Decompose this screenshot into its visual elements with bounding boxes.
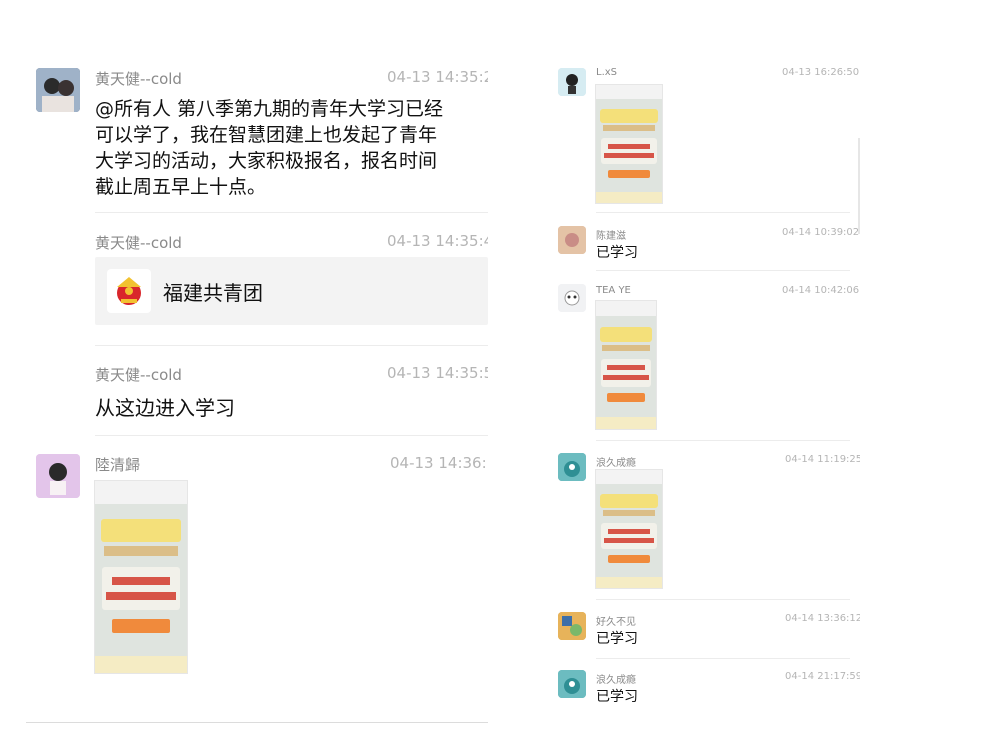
sender-name: 陸清歸 (95, 456, 141, 474)
message-time: 04-14 13:36:12 (785, 613, 860, 624)
message-divider (596, 270, 850, 271)
chat-message: 黄天健--cold 04-13 14:35:25 @所有人 第八季第九期的青年大… (26, 62, 488, 212)
avatar[interactable] (558, 612, 586, 640)
left-chat-panel: 黄天健--cold 04-13 14:35:25 @所有人 第八季第九期的青年大… (26, 0, 488, 750)
chat-message: L.xS 04-13 16:26:50 (548, 60, 860, 212)
link-card-title: 福建共青团 (163, 281, 263, 305)
message-divider (596, 599, 850, 600)
message-line: 大学习的活动，大家积极报名，报名时间 (95, 150, 438, 172)
screenshot-thumbnail[interactable] (595, 469, 663, 589)
sender-name: 黄天健--cold (95, 70, 182, 88)
link-card[interactable]: 福建共青团 (95, 257, 488, 325)
bottom-divider (26, 722, 488, 723)
sender-name: TEA YE (596, 285, 631, 296)
avatar[interactable] (36, 454, 80, 498)
screenshot-thumbnail[interactable] (94, 480, 188, 674)
message-divider (596, 440, 850, 441)
avatar[interactable] (558, 68, 586, 96)
message-time: 04-13 14:36:17 (390, 454, 488, 472)
avatar[interactable] (558, 670, 586, 698)
chat-message: 浪久成瘾 04-14 21:17:59 已学习 (548, 664, 860, 714)
message-divider (95, 212, 488, 213)
chat-message: 陈建滋 04-14 10:39:02 已学习 (548, 220, 860, 270)
message-line: @所有人 第八季第九期的青年大学习已经 (95, 98, 444, 120)
message-text[interactable]: 已学习 (596, 242, 638, 262)
message-time: 04-14 10:39:02 (782, 227, 860, 238)
message-time: 04-14 11:19:25 (785, 454, 860, 465)
message-line: 可以学了，我在智慧团建上也发起了青年 (95, 124, 438, 146)
screenshot-thumbnail[interactable] (595, 84, 663, 204)
message-line: 截止周五早上十点。 (95, 176, 267, 198)
chat-message: TEA YE 04-14 10:42:06 (548, 278, 860, 436)
sender-name: 浪久成瘾 (596, 458, 636, 469)
sender-name: 黄天健--cold (95, 234, 182, 252)
sender-name: 浪久成瘾 (596, 675, 636, 686)
message-divider (95, 345, 488, 346)
sender-name: L.xS (596, 67, 618, 78)
sender-name: 黄天健--cold (95, 366, 182, 384)
sender-name: 好久不见 (596, 617, 636, 628)
avatar[interactable] (558, 284, 586, 312)
sender-name: 陈建滋 (596, 231, 626, 242)
message-time: 04-14 21:17:59 (785, 671, 860, 682)
chat-message: 黄天健--cold 04-13 14:35:55 从这边进入学习 (26, 358, 488, 428)
message-divider (95, 435, 488, 436)
message-time: 04-13 14:35:40 (387, 232, 488, 250)
message-time: 04-14 10:42:06 (782, 285, 860, 296)
chat-message: 黄天健--cold 04-13 14:35:40 福建共青团 (26, 226, 488, 336)
message-divider (596, 658, 850, 659)
message-time: 04-13 14:35:55 (387, 364, 488, 382)
avatar[interactable] (558, 226, 586, 254)
message-time: 04-13 14:35:25 (387, 68, 488, 86)
message-text[interactable]: 已学习 (596, 628, 638, 648)
message-divider (596, 212, 850, 213)
avatar[interactable] (558, 453, 586, 481)
avatar[interactable] (36, 68, 80, 112)
communist-youth-league-emblem-icon (107, 269, 151, 313)
screenshot-thumbnail[interactable] (595, 300, 657, 430)
chat-message: 浪久成瘾 04-14 11:19:25 (548, 447, 860, 597)
chat-message: 好久不见 04-14 13:36:12 已学习 (548, 606, 860, 658)
message-time: 04-13 16:26:50 (782, 67, 860, 78)
chat-message: 陸清歸 04-13 14:36:17 (26, 448, 488, 688)
message-text[interactable]: 已学习 (596, 686, 638, 706)
right-chat-panel: L.xS 04-13 16:26:50 陈建滋 04-14 10:39:02 已… (548, 0, 860, 750)
message-text[interactable]: @所有人 第八季第九期的青年大学习已经 可以学了，我在智慧团建上也发起了青年 大… (95, 96, 443, 200)
scrollbar[interactable] (858, 138, 860, 234)
message-text[interactable]: 从这边进入学习 (95, 392, 235, 421)
